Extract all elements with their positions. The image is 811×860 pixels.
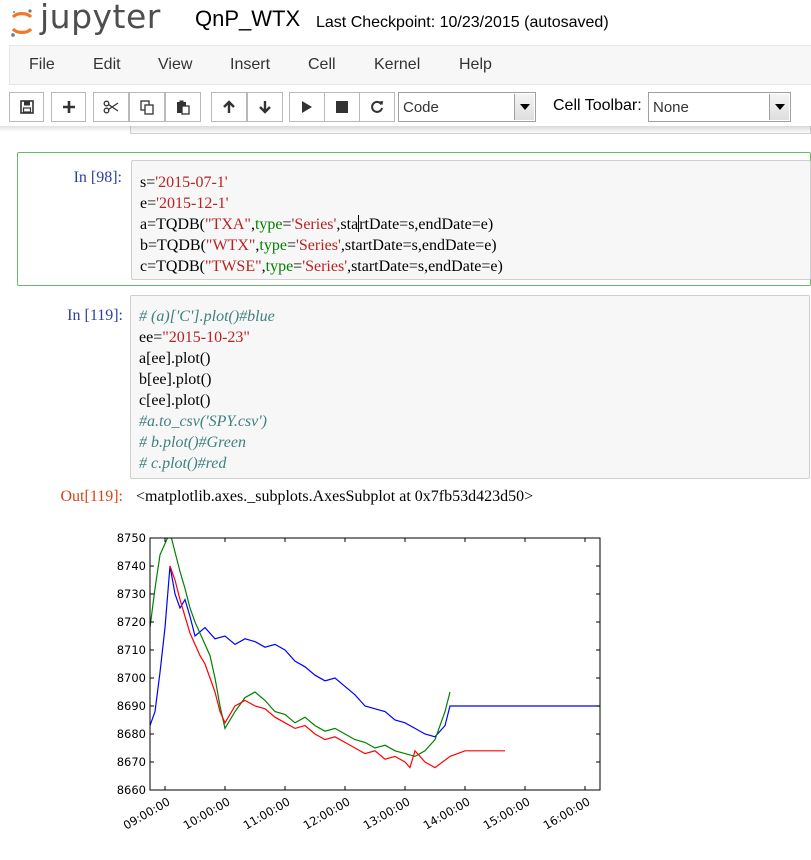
code-editor[interactable]: s='2015-07-1' e='2015-12-1' a=TQDB("TXA"… [131,160,811,280]
copy-button[interactable] [129,92,165,122]
x-tick-label: 12:00:00 [301,794,353,832]
cut-button[interactable] [93,92,129,122]
output-text: <matplotlib.axes._subplots.AxesSubplot a… [136,488,534,505]
save-button[interactable] [9,92,44,122]
x-tick-label: 11:00:00 [241,794,293,832]
arrow-down-icon [259,101,271,114]
y-tick-label: 8690 [117,699,146,713]
run-cell-button[interactable] [289,92,325,122]
notebook-header: jupyter QnP_WTX Last Checkpoint: 10/23/2… [0,0,811,44]
notebook-name[interactable]: QnP_WTX [195,6,300,32]
x-tick-label: 15:00:00 [481,794,533,832]
menubar: File Edit View Insert Cell Kernel Help [9,45,811,85]
paste-icon [177,100,190,115]
input-prompt: In [98]: [73,169,122,186]
code-line: ee="2015-10-23" [139,329,250,346]
code-line: a=TQDB("TXA",type='Series',startDate=s,e… [140,215,494,233]
code-line: #a.to_csv('SPY.csv') [139,413,268,430]
code-line: b[ee].plot() [139,371,212,388]
x-tick-label: 13:00:00 [361,794,413,832]
menu-kernel[interactable]: Kernel [374,56,420,74]
jupyter-logo-icon [11,9,33,37]
code-line: # c.plot()#red [139,455,227,472]
chart-series-group [150,538,600,769]
x-tick-label: 16:00:00 [541,794,593,832]
code-line: e='2015-12-1' [140,195,229,212]
y-tick-label: 8710 [117,643,146,657]
move-down-button[interactable] [247,92,283,122]
code-cell-98[interactable]: In [98]: s='2015-07-1' e='2015-12-1' a=T… [17,152,811,286]
input-prompt: In [119]: [67,307,123,324]
arrow-up-icon [223,100,235,113]
code-line: a[ee].plot() [139,350,211,367]
code-line: # (a)['C'].plot()#blue [139,308,275,325]
play-icon [302,101,312,113]
y-tick-label: 8700 [117,671,146,685]
menu-cell[interactable]: Cell [308,56,336,74]
y-tick-label: 8750 [117,531,146,545]
chevron-down-icon [514,94,534,120]
cell-toolbar-select[interactable]: None [648,92,791,122]
y-tick-label: 8680 [117,727,146,741]
output-prompt: Out[119]: [60,488,123,505]
code-line: c=TQDB("TWSE",type='Series',startDate=s,… [140,258,503,275]
y-tick-label: 8720 [117,615,146,629]
cell-toolbar-label: Cell Toolbar: [553,97,642,114]
cut-icon [103,100,119,114]
plot-frame [149,537,601,791]
cell-type-value: Code [403,99,439,116]
x-tick-label: 09:00:00 [121,794,173,832]
series-line-2 [169,565,505,769]
cell-toolbar-value: None [653,99,689,116]
paste-button[interactable] [165,92,201,122]
code-line: # b.plot()#Green [139,434,246,451]
y-tick-label: 8670 [117,755,146,769]
chart-ticks-group: 8660 8670 8680 8690 8700 8710 8720 8730 8740 8750… [117,531,600,832]
series-line-0 [150,565,600,738]
save-icon [19,100,34,114]
move-up-button[interactable] [211,92,247,122]
checkpoint-status: Last Checkpoint: 10/23/2015 (autosaved) [316,14,609,31]
toolbar-shadow [0,126,811,132]
refresh-icon [371,100,383,113]
code-line: s='2015-07-1' [140,174,228,191]
menu-file[interactable]: File [29,56,55,74]
menu-view[interactable]: View [158,56,192,74]
restart-kernel-button[interactable] [359,92,395,122]
menu-help[interactable]: Help [459,56,492,74]
jupyter-logo-text: jupyter [40,0,161,36]
x-tick-label: 10:00:00 [181,794,233,832]
line-chart: 8660 8670 8680 8690 8700 8710 8720 8730 8740 8750… [117,531,601,832]
stop-icon [336,101,348,113]
plus-icon [62,101,75,113]
code-cell-119[interactable]: In [119]: # (a)['C'].plot()#blue ee="201… [17,291,811,481]
x-tick-label: 14:00:00 [421,794,473,832]
code-line: c[ee].plot() [139,392,211,409]
cell-type-select[interactable]: Code [398,92,536,122]
y-tick-label: 8740 [117,559,146,573]
copy-icon [140,99,154,115]
menu-insert[interactable]: Insert [230,56,270,74]
main-toolbar: Code Cell Toolbar: None [0,88,811,126]
code-editor[interactable]: # (a)['C'].plot()#blue ee="2015-10-23" a… [130,295,810,479]
y-tick-label: 8660 [117,783,146,797]
code-line: b=TQDB("WTX",type='Series',startDate=s,e… [140,237,497,254]
insert-cell-button[interactable] [51,92,86,122]
chevron-down-icon [769,94,789,120]
y-tick-label: 8730 [117,587,146,601]
notebook-container: In [98]: s='2015-07-1' e='2015-12-1' a=T… [0,126,811,860]
menu-edit[interactable]: Edit [93,56,121,74]
interrupt-kernel-button[interactable] [324,92,360,122]
